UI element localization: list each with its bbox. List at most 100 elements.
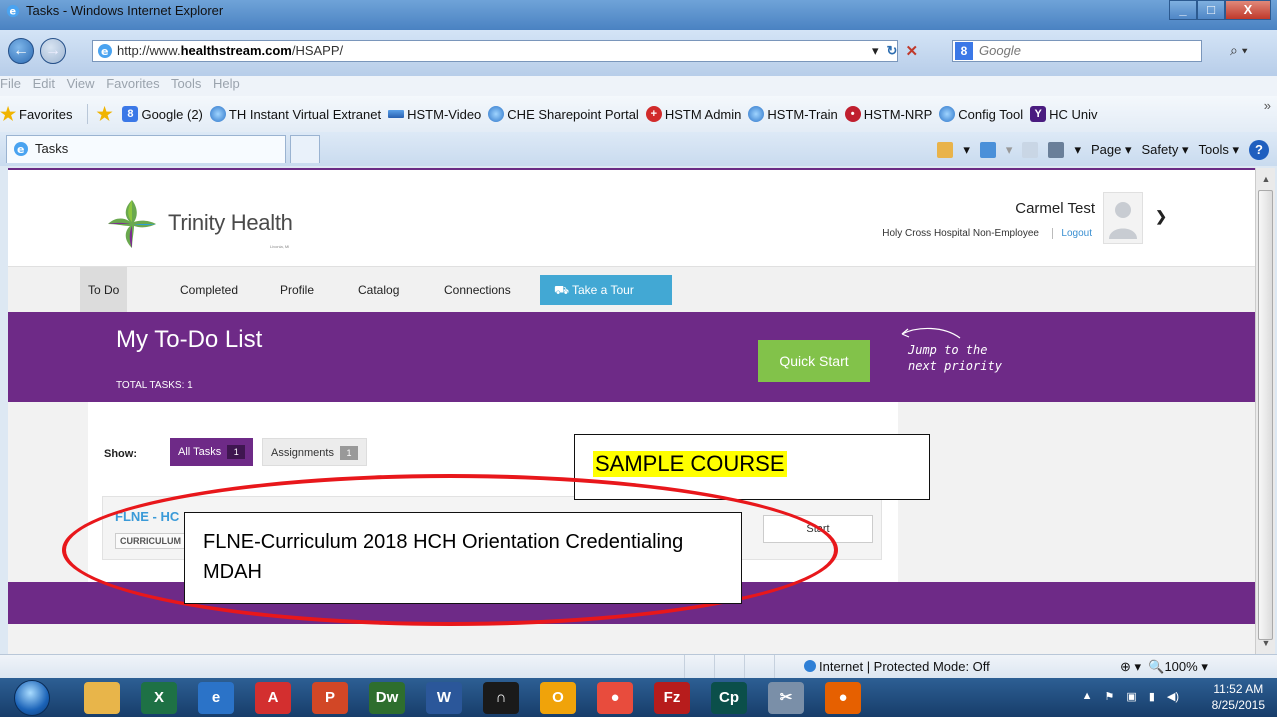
stream-icon bbox=[388, 110, 405, 118]
menu-help[interactable]: Help bbox=[213, 76, 240, 91]
chevron-down-icon[interactable]: ❯ bbox=[1155, 208, 1167, 225]
network-icon[interactable]: ▮ bbox=[1149, 690, 1155, 703]
nav-profile[interactable]: Profile bbox=[272, 267, 322, 313]
filter-assignments[interactable]: Assignments 1 bbox=[262, 438, 367, 466]
scroll-thumb[interactable] bbox=[1258, 190, 1273, 640]
menu-view[interactable]: View bbox=[67, 76, 95, 91]
nav-connections[interactable]: Connections bbox=[436, 267, 519, 313]
start-button[interactable] bbox=[14, 680, 50, 716]
medical-cross-icon: + bbox=[645, 106, 662, 122]
tools-menu[interactable]: Tools ▾ bbox=[1199, 142, 1240, 158]
display-icon[interactable]: ▣ bbox=[1126, 690, 1136, 703]
scroll-down-icon[interactable]: ▼ bbox=[1256, 634, 1276, 652]
zoom-level[interactable]: ⊕ ▾ 🔍100% ▾ bbox=[1120, 659, 1208, 675]
feeds-icon[interactable] bbox=[979, 142, 996, 158]
ie-icon[interactable]: e bbox=[198, 682, 234, 714]
forward-button[interactable]: → bbox=[40, 38, 66, 64]
powerpoint-icon[interactable]: P bbox=[312, 682, 348, 714]
vertical-scrollbar[interactable]: ▲ ▼ bbox=[1255, 168, 1275, 654]
course-name-callout: FLNE-Curriculum 2018 HCH Orientation Cre… bbox=[184, 512, 742, 604]
menu-edit[interactable]: Edit bbox=[33, 76, 55, 91]
captivate-icon[interactable]: Cp bbox=[711, 682, 747, 714]
curved-arrow-icon bbox=[901, 327, 961, 339]
search-icon[interactable]: ⌕ ▾ bbox=[1230, 42, 1248, 59]
svg-text:e: e bbox=[17, 143, 24, 156]
tab-tasks[interactable]: e Tasks bbox=[6, 135, 286, 163]
flag-icon[interactable]: ⚑ bbox=[1105, 690, 1115, 703]
back-button[interactable]: ← bbox=[8, 38, 34, 64]
firefox-icon[interactable]: ● bbox=[825, 682, 861, 714]
headphones-icon[interactable]: ∩ bbox=[483, 682, 519, 714]
snipping-icon[interactable]: ✂ bbox=[768, 682, 804, 714]
acrobat-icon[interactable]: A bbox=[255, 682, 291, 714]
google-icon: 8 bbox=[122, 106, 139, 122]
nav-completed[interactable]: Completed bbox=[172, 267, 246, 313]
menu-tools[interactable]: Tools bbox=[171, 76, 201, 91]
quick-start-button[interactable]: Quick Start bbox=[758, 340, 870, 382]
fav-hstm-video[interactable]: HSTM-Video bbox=[388, 107, 481, 122]
nav-to-do[interactable]: To Do bbox=[80, 267, 128, 313]
user-organization: Holy Cross Hospital Non-Employee bbox=[882, 228, 1039, 239]
y-icon: Y bbox=[1030, 106, 1047, 122]
ie-icon bbox=[939, 106, 956, 122]
volume-icon[interactable]: ◀) bbox=[1167, 690, 1179, 703]
feeds-dropdown-icon[interactable]: ▾ bbox=[1006, 142, 1013, 158]
site-header: Trinity Health Livonia, MI Carmel Test H… bbox=[8, 170, 1255, 266]
word-icon[interactable]: W bbox=[426, 682, 462, 714]
favorites-overflow[interactable]: » bbox=[1264, 98, 1271, 113]
show-label: Show: bbox=[104, 448, 137, 460]
new-tab-button[interactable] bbox=[290, 135, 320, 163]
excel-icon[interactable]: X bbox=[141, 682, 177, 714]
clock[interactable]: 11:52 AM 8/25/2015 bbox=[1212, 681, 1265, 713]
avatar[interactable] bbox=[1103, 192, 1143, 244]
page-menu[interactable]: Page ▾ bbox=[1091, 142, 1132, 158]
task-title-link[interactable]: FLNE - HC bbox=[115, 509, 179, 524]
nrp-icon: • bbox=[844, 106, 861, 122]
fav-hstm-admin[interactable]: + HSTM Admin bbox=[645, 106, 741, 122]
security-zone[interactable]: Internet | Protected Mode: Off bbox=[804, 659, 990, 674]
fav-th-extranet[interactable]: TH Instant Virtual Extranet bbox=[209, 106, 381, 122]
status-bar: Internet | Protected Mode: Off ⊕ ▾ 🔍100%… bbox=[0, 654, 1277, 679]
tray-expand-icon[interactable]: ▲ bbox=[1082, 690, 1093, 703]
add-favorite-button[interactable]: ★ bbox=[96, 105, 115, 123]
favorites-button[interactable]: ★ Favorites bbox=[0, 105, 72, 123]
fav-che-sharepoint[interactable]: CHE Sharepoint Portal bbox=[488, 106, 639, 122]
safety-menu[interactable]: Safety ▾ bbox=[1142, 142, 1189, 158]
fav-hstm-train[interactable]: HSTM-Train bbox=[748, 106, 838, 122]
ie-icon bbox=[488, 106, 505, 122]
chrome-icon[interactable]: ● bbox=[597, 682, 633, 714]
fav-hstm-nrp[interactable]: • HSTM-NRP bbox=[844, 106, 932, 122]
take-a-tour-button[interactable]: ⛟ Take a Tour bbox=[540, 275, 672, 305]
home-icon[interactable] bbox=[937, 142, 954, 158]
start-button[interactable]: Start bbox=[763, 515, 873, 543]
ie-icon: e bbox=[14, 142, 28, 156]
address-bar[interactable]: e http://www.healthstream.com/HSAPP/ bbox=[92, 40, 898, 62]
scroll-up-icon[interactable]: ▲ bbox=[1256, 170, 1276, 188]
page-bottom bbox=[8, 624, 1255, 654]
explorer-icon[interactable] bbox=[84, 682, 120, 714]
fav-hc-univ[interactable]: Y HC Univ bbox=[1030, 106, 1098, 122]
search-input[interactable]: 8 Google bbox=[952, 40, 1202, 62]
refresh-icon[interactable]: ↻ bbox=[887, 43, 898, 59]
menu-file[interactable]: File bbox=[0, 76, 21, 91]
print-icon[interactable] bbox=[1048, 142, 1065, 158]
mail-icon[interactable] bbox=[1022, 142, 1039, 158]
stop-icon[interactable]: ✕ bbox=[905, 42, 918, 60]
fav-config-tool[interactable]: Config Tool bbox=[939, 106, 1023, 122]
close-button[interactable]: X bbox=[1225, 0, 1271, 20]
nav-catalog[interactable]: Catalog bbox=[350, 267, 407, 313]
outlook-icon[interactable]: O bbox=[540, 682, 576, 714]
filter-all-tasks[interactable]: All Tasks 1 bbox=[170, 438, 254, 466]
maximize-button[interactable]: □ bbox=[1197, 0, 1225, 20]
minimize-button[interactable]: _ bbox=[1169, 0, 1197, 20]
home-dropdown-icon[interactable]: ▾ bbox=[963, 142, 970, 158]
dropdown-icon[interactable]: ▾ bbox=[872, 43, 879, 59]
dreamweaver-icon[interactable]: Dw bbox=[369, 682, 405, 714]
logout-link[interactable]: Logout bbox=[1052, 228, 1092, 239]
menu-favorites[interactable]: Favorites bbox=[106, 76, 159, 91]
print-dropdown-icon[interactable]: ▾ bbox=[1074, 142, 1081, 158]
help-icon[interactable]: ? bbox=[1249, 140, 1269, 160]
filezilla-icon[interactable]: Fz bbox=[654, 682, 690, 714]
favorites-bar: ★ Favorites ★ 8 Google (2) TH Instant Virt… bbox=[0, 96, 1277, 132]
fav-google[interactable]: 8 Google (2) bbox=[122, 106, 203, 122]
